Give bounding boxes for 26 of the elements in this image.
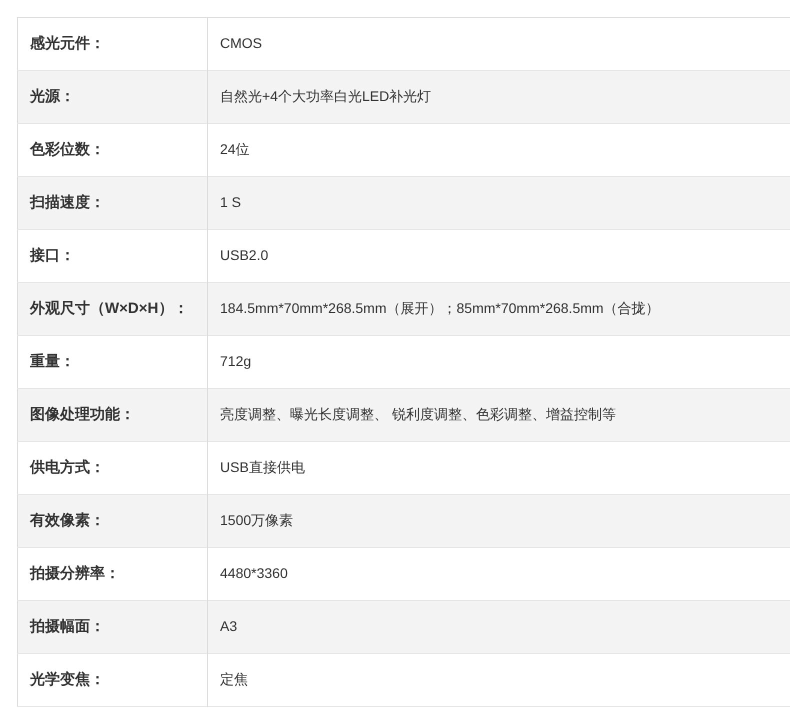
spec-value: 1 S [220,194,242,210]
spec-label: 色彩位数： [30,141,105,158]
spec-value: 4480*3360 [220,565,288,581]
spec-value: 184.5mm*70mm*268.5mm（展开）；85mm*70mm*268.5mm（合拢） [220,300,660,316]
spec-value: 自然光+4个大功率白光LED补光灯 [220,88,432,104]
spec-value: CMOS [220,35,262,51]
spec-label: 图像处理功能： [30,406,135,423]
spec-label: 扫描速度： [30,194,105,211]
spec-value: USB直接供电 [220,459,305,475]
spec-value: 1500万像素 [220,512,294,528]
spec-label: 拍摄分辨率： [30,565,120,582]
spec-value: 24位 [220,141,250,157]
spec-label: 重量： [30,353,75,370]
spec-value: A3 [220,618,238,634]
spec-value: 712g [220,353,252,369]
spec-value: 亮度调整、曝光长度调整、 锐利度调整、色彩调整、增益控制等 [220,406,616,422]
spec-label: 供电方式： [30,459,105,476]
spec-value: 定焦 [220,671,248,687]
spec-value: USB2.0 [220,247,268,263]
spec-label: 光源： [30,88,75,105]
spec-label: 外观尺寸（W×D×H）： [30,300,188,317]
spec-label: 光学变焦： [30,671,105,688]
spec-label: 接口： [30,247,75,264]
spec-label: 有效像素： [30,512,105,529]
spec-label: 感光元件： [30,35,105,52]
spec-label: 拍摄幅面： [30,618,105,635]
